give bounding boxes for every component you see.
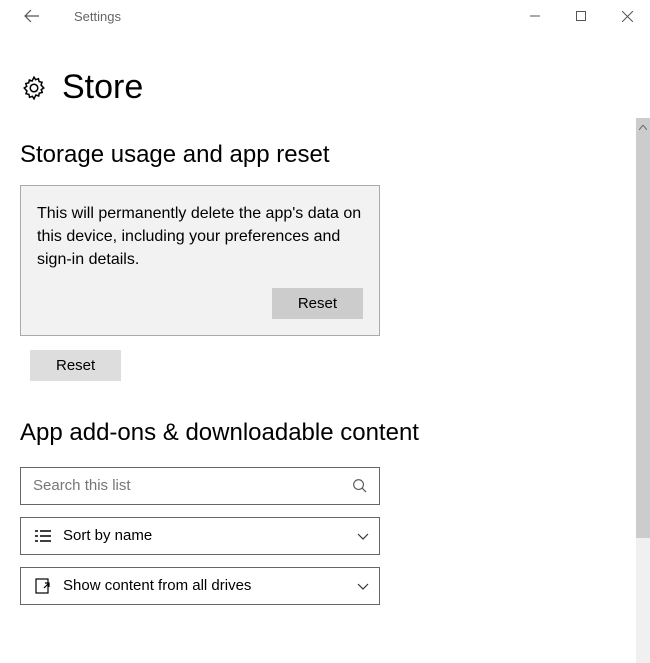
section-title-addons: App add-ons & downloadable content xyxy=(20,419,614,447)
close-button[interactable] xyxy=(604,0,650,32)
section-title-storage: Storage usage and app reset xyxy=(20,141,614,169)
drive-filter-dropdown[interactable]: Show content from all drives xyxy=(20,567,380,605)
scrollbar-track[interactable] xyxy=(636,118,650,663)
window-title: Settings xyxy=(52,9,512,24)
search-icon xyxy=(349,478,369,493)
reset-warning-text: This will permanently delete the app's d… xyxy=(37,202,363,272)
page-header: Store xyxy=(20,68,614,107)
back-arrow-icon xyxy=(24,8,40,24)
search-placeholder: Search this list xyxy=(33,477,339,494)
back-button[interactable] xyxy=(12,0,52,32)
maximize-icon xyxy=(576,11,586,21)
gear-icon xyxy=(20,74,48,102)
drive-icon xyxy=(33,578,53,594)
scrollbar-up-button[interactable] xyxy=(636,120,650,134)
sort-dropdown[interactable]: Sort by name xyxy=(20,517,380,555)
page-title: Store xyxy=(62,68,143,107)
titlebar: Settings xyxy=(0,0,650,32)
reset-button[interactable]: Reset xyxy=(30,350,121,381)
chevron-down-icon xyxy=(357,527,369,544)
reset-confirmation-callout: This will permanently delete the app's d… xyxy=(20,185,380,336)
close-icon xyxy=(622,11,633,22)
reset-confirm-button[interactable]: Reset xyxy=(272,288,363,319)
sort-icon xyxy=(33,529,53,543)
scrollbar-thumb[interactable] xyxy=(636,118,650,538)
minimize-icon xyxy=(530,11,540,21)
search-input[interactable]: Search this list xyxy=(20,467,380,505)
chevron-up-icon xyxy=(639,125,647,130)
drive-filter-label: Show content from all drives xyxy=(63,577,347,594)
maximize-button[interactable] xyxy=(558,0,604,32)
sort-label: Sort by name xyxy=(63,527,347,544)
chevron-down-icon xyxy=(357,577,369,594)
minimize-button[interactable] xyxy=(512,0,558,32)
content-area: Store Storage usage and app reset This w… xyxy=(0,32,634,663)
